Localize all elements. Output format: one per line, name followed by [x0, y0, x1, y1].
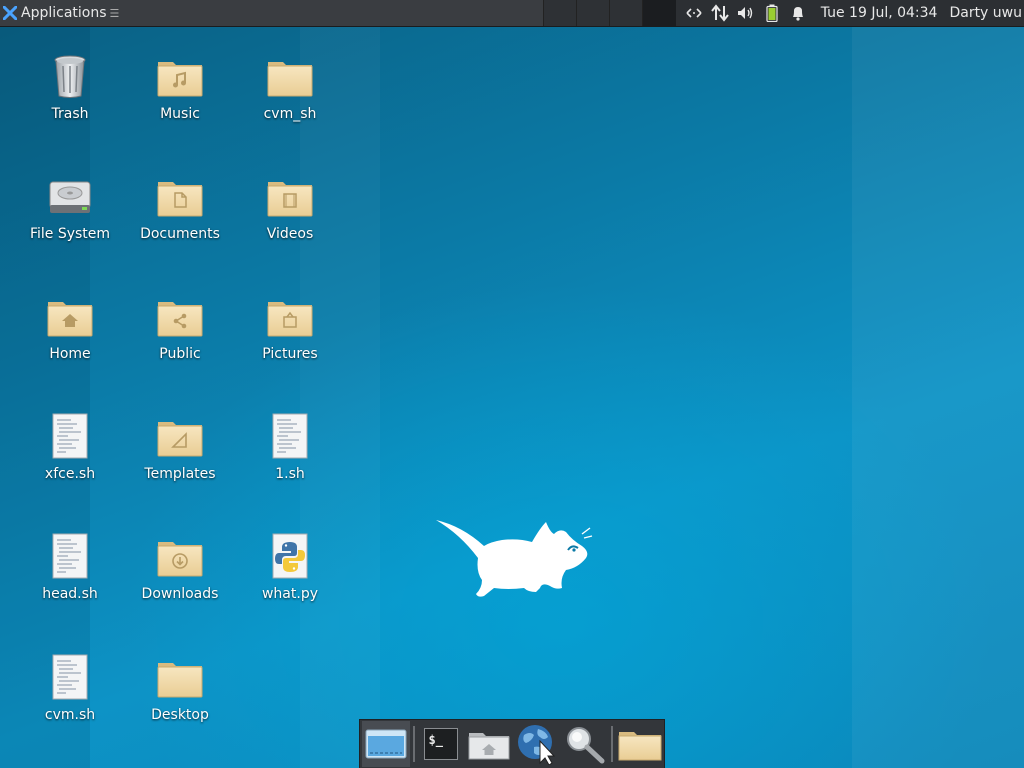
videos-folder-icon: [267, 182, 313, 217]
python-file-icon: [272, 533, 308, 579]
menu-handle-icon: ☰: [109, 6, 120, 20]
desktop-icon-label: head.sh: [42, 586, 98, 602]
desktop-icon-label: Pictures: [262, 346, 318, 362]
workspace-2[interactable]: [576, 0, 609, 26]
workspace-1[interactable]: [543, 0, 576, 26]
desktop-icon-label: 1.sh: [275, 466, 305, 482]
desktop-icon-label: Home: [49, 346, 91, 362]
script-file-icon: [52, 654, 88, 700]
desktop-icon-xfce-sh[interactable]: xfce.sh: [20, 412, 120, 482]
show-desktop-icon: [365, 729, 407, 759]
desktop-icon-label: cvm.sh: [44, 707, 96, 723]
file-manager-icon: [618, 732, 662, 761]
desktop-icon-desktop[interactable]: Desktop: [130, 653, 230, 723]
top-panel: Applications ☰ Tue 19 Jul, 04:34 Darty u…: [0, 0, 1024, 27]
desktop-icon-label: cvm_sh: [263, 106, 317, 122]
applications-menu-button[interactable]: Applications ☰: [0, 0, 543, 26]
workspace-4[interactable]: [642, 0, 676, 26]
desktop-icon-label: File System: [29, 226, 111, 242]
home-folder-icon: [468, 733, 510, 760]
desktop-icon-label: Desktop: [151, 707, 209, 723]
desktop-icon-label: Public: [159, 346, 201, 362]
folder-icon: [157, 663, 203, 698]
applications-label: Applications: [21, 5, 107, 21]
desktop-icon-templates[interactable]: Templates: [130, 412, 230, 482]
desktop-icon-public[interactable]: Public: [130, 292, 230, 362]
script-file-icon: [52, 413, 88, 459]
terminal-icon: $_: [424, 728, 459, 760]
notification-bell-icon[interactable]: [785, 0, 811, 26]
dock-panel: $_: [359, 719, 665, 768]
desktop-icon-cvm-sh-file[interactable]: cvm.sh: [20, 653, 120, 723]
app-finder-button[interactable]: [561, 721, 609, 767]
terminal-button[interactable]: $_: [418, 721, 466, 767]
desktop-icon-head-sh[interactable]: head.sh: [20, 532, 120, 602]
desktop-icon-music[interactable]: Music: [130, 52, 230, 122]
desktop-icon-what-py[interactable]: what.py: [240, 532, 340, 602]
web-browser-button[interactable]: [513, 721, 561, 767]
desktop-icon-1-sh[interactable]: 1.sh: [240, 412, 340, 482]
music-folder-icon: [157, 62, 203, 97]
battery-icon[interactable]: [759, 0, 785, 26]
desktop-icon-label: Downloads: [141, 586, 219, 602]
desktop-icon-trash[interactable]: Trash: [20, 52, 120, 122]
web-browser-icon: [517, 725, 555, 765]
desktop-icon-label: xfce.sh: [44, 466, 96, 482]
desktop-icon-file-system[interactable]: File System: [20, 172, 120, 242]
show-desktop-button[interactable]: [362, 721, 410, 767]
desktop-icon-downloads[interactable]: Downloads: [130, 532, 230, 602]
xfce-mouse-logo: [436, 520, 593, 597]
script-file-icon: [52, 533, 88, 579]
network-arrows-icon[interactable]: [681, 0, 707, 26]
dock-separator: [611, 726, 614, 762]
terminal-prompt: $_: [428, 733, 443, 747]
documents-folder-icon: [157, 182, 203, 217]
desktop-icon-cvm-sh[interactable]: cvm_sh: [240, 52, 340, 122]
templates-folder-icon: [157, 422, 203, 457]
pictures-folder-icon: [267, 302, 313, 337]
clock[interactable]: Tue 19 Jul, 04:34: [811, 5, 944, 21]
home-folder-button[interactable]: [465, 721, 513, 767]
desktop-icon-home[interactable]: Home: [20, 292, 120, 362]
desktop-icon-documents[interactable]: Documents: [130, 172, 230, 242]
folder-icon: [267, 62, 313, 97]
desktop-icon-label: Documents: [140, 226, 220, 242]
desktop-icon-label: Videos: [266, 226, 314, 242]
desktop-icon-label: Templates: [144, 466, 216, 482]
user-menu[interactable]: Darty uwu: [943, 5, 1024, 21]
workspace-switcher: [543, 0, 676, 26]
script-file-icon: [272, 413, 308, 459]
trash-icon: [54, 55, 86, 98]
transfer-arrows-icon[interactable]: [707, 0, 733, 26]
search-icon: [566, 727, 604, 764]
xfce-logo-icon: [3, 6, 17, 20]
desktop-icon-label: what.py: [261, 586, 318, 602]
downloads-folder-icon: [157, 542, 203, 577]
dock-separator: [412, 726, 415, 762]
home-folder-icon: [47, 302, 93, 337]
desktop-icon-videos[interactable]: Videos: [240, 172, 340, 242]
public-folder-icon: [157, 302, 203, 337]
file-manager-button[interactable]: [616, 721, 664, 767]
desktop-icon-label: Trash: [51, 106, 89, 122]
workspace-3[interactable]: [609, 0, 642, 26]
volume-icon[interactable]: [733, 0, 759, 26]
desktop-icon-label: Music: [160, 106, 200, 122]
desktop-icon-pictures[interactable]: Pictures: [240, 292, 340, 362]
drive-icon: [49, 181, 91, 213]
